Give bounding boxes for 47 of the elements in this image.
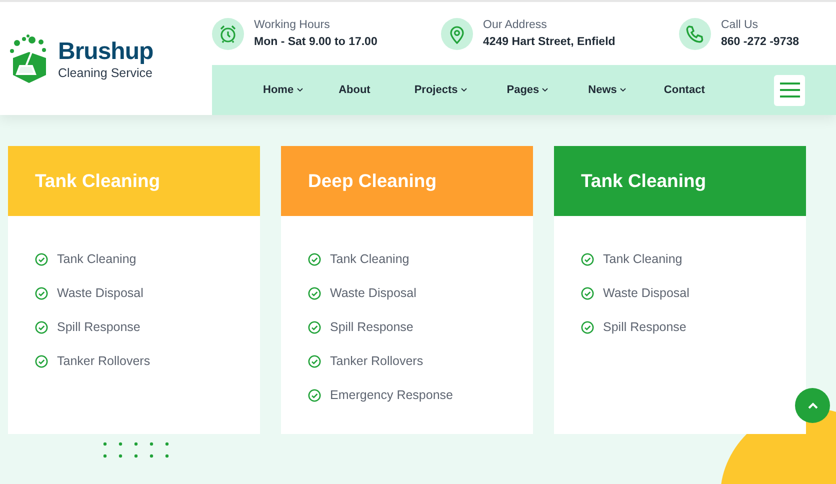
phone-icon bbox=[685, 24, 705, 44]
feature-text: Spill Response bbox=[603, 320, 686, 334]
feature-text: Tanker Rollovers bbox=[330, 354, 424, 368]
feature-text: Tank Cleaning bbox=[330, 252, 410, 266]
check-circle-icon bbox=[308, 354, 321, 368]
feature-text: Spill Response bbox=[57, 320, 140, 334]
check-circle-icon bbox=[581, 320, 594, 334]
menu-button[interactable] bbox=[774, 74, 805, 106]
nav-link[interactable]: Contact bbox=[664, 84, 705, 96]
check-circle-icon bbox=[308, 286, 321, 300]
check-circle-icon bbox=[35, 286, 48, 300]
card-header: Deep Cleaning bbox=[281, 146, 533, 216]
contact-value: 4249 Hart Street, Enfield bbox=[483, 36, 616, 48]
contact-label: Working Hours bbox=[254, 19, 331, 31]
feature-text: Waste Disposal bbox=[57, 286, 144, 300]
check-circle-icon bbox=[35, 252, 48, 266]
check-circle-icon bbox=[308, 252, 321, 266]
contact-value: 860 -272 -9738 bbox=[721, 36, 800, 48]
check-circle-icon bbox=[308, 320, 321, 334]
nav-link[interactable]: Projects bbox=[414, 84, 467, 96]
feature-text: Tank Cleaning bbox=[57, 252, 136, 266]
check-circle-icon bbox=[581, 286, 594, 300]
location-pin-icon bbox=[448, 24, 466, 44]
feature-text: Waste Disposal bbox=[603, 286, 690, 300]
nav-link[interactable]: News bbox=[588, 84, 626, 96]
check-circle-icon bbox=[35, 320, 48, 334]
contact-label: Our Address bbox=[483, 19, 548, 31]
brand-tagline: Cleaning Service bbox=[58, 66, 154, 80]
check-circle-icon bbox=[308, 388, 321, 402]
feature-text: Spill Response bbox=[330, 320, 414, 334]
card-header: Tank Cleaning bbox=[554, 146, 806, 216]
feature-text: Waste Disposal bbox=[330, 286, 416, 300]
chevron-up-icon bbox=[808, 402, 818, 409]
feature-text: Emergency Response bbox=[330, 388, 453, 402]
nav-link[interactable]: Pages bbox=[506, 84, 548, 96]
feature-text: Tank Cleaning bbox=[603, 252, 682, 266]
feature-text: Tanker Rollovers bbox=[57, 354, 150, 368]
nav-link[interactable]: About bbox=[338, 84, 370, 96]
nav-link[interactable]: Home bbox=[263, 84, 303, 96]
menu-icon bbox=[780, 82, 800, 98]
contact-label: Call Us bbox=[721, 19, 760, 31]
check-circle-icon bbox=[581, 252, 594, 266]
card-header: Tank Cleaning bbox=[8, 146, 260, 216]
check-circle-icon bbox=[35, 354, 48, 368]
contact-value: Mon - Sat 9.00 to 17.00 bbox=[254, 36, 378, 48]
alarm-clock-icon bbox=[218, 24, 238, 44]
brand-name: Brushup bbox=[58, 38, 154, 66]
